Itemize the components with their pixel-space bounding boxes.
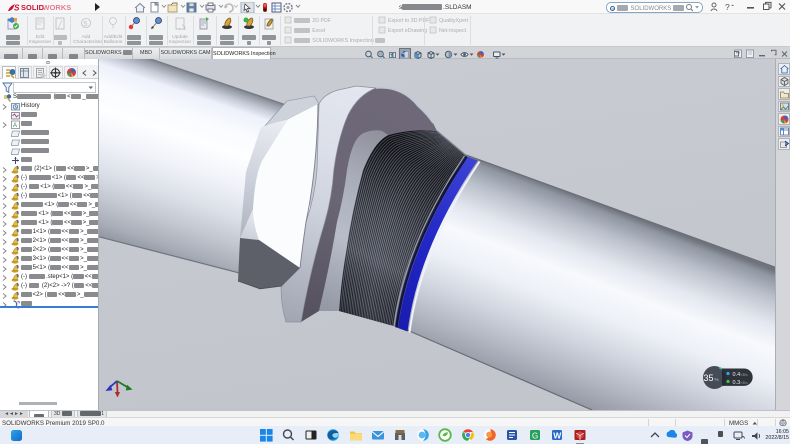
svg-text:0.3: 0.3 [733,380,741,386]
svg-text:?: ? [725,2,730,12]
svg-text:KB/s: KB/s [741,373,748,377]
svg-text:5: 5 [84,21,88,28]
svg-text:%: % [715,377,719,382]
svg-text:SOLID: SOLID [21,3,45,12]
svg-text:KB/s: KB/s [741,381,748,385]
svg-text:0.4: 0.4 [733,372,741,378]
svg-text:G: G [532,432,538,441]
svg-text:35: 35 [704,373,714,383]
svg-text:S: S [14,4,20,13]
svg-text:W: W [553,431,562,441]
svg-text:WORKS: WORKS [43,3,72,12]
